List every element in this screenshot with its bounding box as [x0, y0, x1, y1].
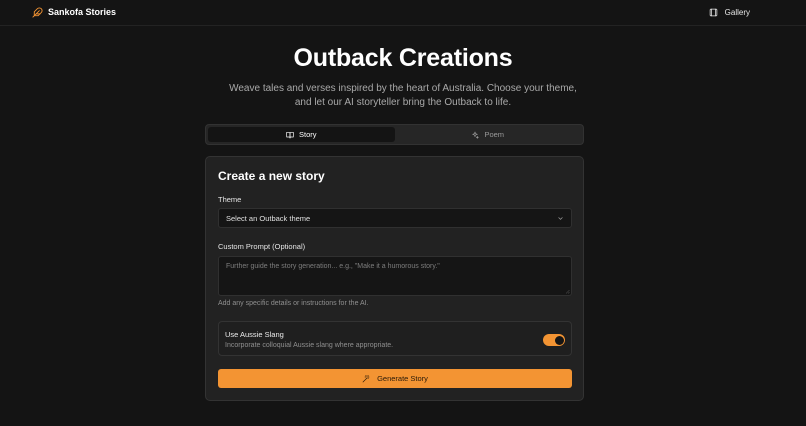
theme-select-value: Select an Outback theme	[226, 213, 311, 223]
gallery-label: Gallery	[724, 7, 750, 17]
theme-label: Theme	[218, 195, 242, 204]
theme-select[interactable]: Select an Outback theme	[218, 208, 572, 228]
magic-wand-icon	[362, 374, 370, 382]
generate-story-button[interactable]: Generate Story	[218, 369, 572, 388]
custom-prompt-help: Add any specific details or instructions…	[218, 300, 369, 307]
aussie-slang-description: Incorporate colloquial Aussie slang wher…	[225, 342, 394, 349]
generate-story-label: Generate Story	[377, 374, 428, 383]
aussie-slang-title: Use Aussie Slang	[225, 330, 284, 339]
gallery-link[interactable]: Gallery	[709, 5, 750, 19]
aussie-slang-toggle[interactable]	[543, 334, 565, 346]
mode-tabs: Story Poem	[205, 124, 584, 145]
tab-poem-label: Poem	[484, 130, 505, 139]
tab-poem[interactable]: Poem	[395, 127, 582, 142]
brand-logo[interactable]: Sankofa Stories	[32, 5, 116, 19]
sparkles-icon	[472, 131, 480, 139]
custom-prompt-label: Custom Prompt (Optional)	[218, 242, 306, 251]
chevron-down-icon	[558, 217, 563, 220]
aussie-slang-option: Use Aussie Slang Incorporate colloquial …	[218, 321, 572, 356]
story-form-card: Create a new story Theme Select an Outba…	[205, 156, 584, 401]
brand-name: Sankofa Stories	[48, 7, 117, 17]
tab-story[interactable]: Story	[208, 127, 395, 142]
form-title: Create a new story	[218, 169, 325, 183]
feather-icon	[32, 6, 43, 18]
resize-grip-icon[interactable]	[565, 289, 570, 294]
book-open-icon	[286, 131, 294, 138]
custom-prompt-input[interactable]	[218, 256, 572, 296]
top-nav-bar: Sankofa Stories Gallery	[0, 0, 806, 26]
toggle-knob	[554, 335, 564, 345]
page-title: Outback Creations	[293, 44, 513, 72]
film-icon	[709, 8, 717, 16]
tab-story-label: Story	[298, 130, 317, 139]
page-subtitle: Weave tales and verses inspired by the h…	[229, 83, 577, 108]
